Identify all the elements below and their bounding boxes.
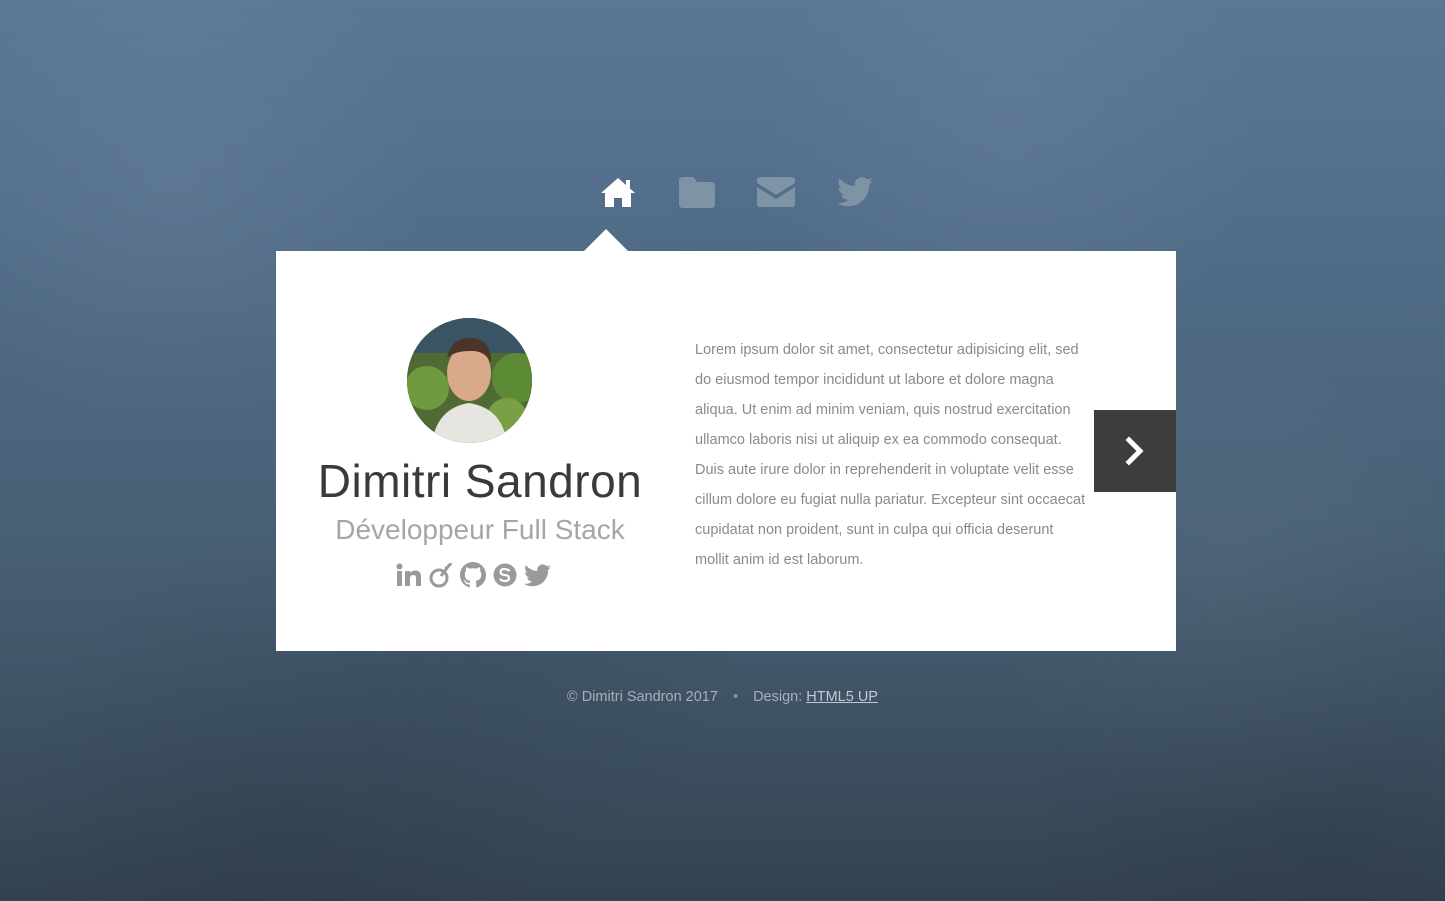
social-links bbox=[395, 561, 551, 589]
twitter-link[interactable] bbox=[523, 561, 551, 589]
chevron-right-icon bbox=[1125, 436, 1144, 466]
copyright-text: © Dimitri Sandron 2017 bbox=[567, 689, 718, 705]
bio-text: Lorem ipsum dolor sit amet, consectetur … bbox=[695, 342, 1086, 568]
viadeo-link[interactable] bbox=[427, 561, 455, 589]
top-nav bbox=[578, 168, 894, 216]
profile-role: Développeur Full Stack bbox=[335, 514, 625, 545]
profile-section: Dimitri Sandron Développeur Full Stack bbox=[276, 251, 684, 651]
skype-icon bbox=[493, 563, 517, 587]
active-tab-pointer bbox=[584, 229, 628, 251]
twitter-icon bbox=[523, 563, 551, 586]
linkedin-icon bbox=[396, 563, 421, 586]
github-icon bbox=[460, 562, 486, 588]
nav-home[interactable] bbox=[578, 168, 657, 216]
profile-card: Dimitri Sandron Développeur Full Stack L… bbox=[276, 251, 1176, 651]
nav-twitter[interactable] bbox=[815, 168, 894, 216]
folder-icon bbox=[678, 177, 715, 208]
linkedin-link[interactable] bbox=[395, 561, 423, 589]
next-button[interactable] bbox=[1094, 410, 1176, 492]
github-link[interactable] bbox=[459, 561, 487, 589]
avatar bbox=[407, 318, 532, 443]
viadeo-icon bbox=[429, 562, 452, 588]
design-label: Design: bbox=[753, 689, 803, 705]
nav-contact[interactable] bbox=[736, 168, 815, 216]
skype-link[interactable] bbox=[491, 561, 519, 589]
home-icon bbox=[600, 178, 635, 207]
design-credit-link[interactable]: HTML5 UP bbox=[806, 689, 878, 705]
nav-portfolio[interactable] bbox=[657, 168, 736, 216]
profile-name: Dimitri Sandron bbox=[317, 455, 643, 507]
twitter-icon bbox=[836, 177, 873, 207]
footer: © Dimitri Sandron 2017 • Design: HTML5 U… bbox=[0, 689, 1445, 705]
envelope-icon bbox=[756, 177, 795, 207]
footer-separator: • bbox=[732, 689, 739, 705]
